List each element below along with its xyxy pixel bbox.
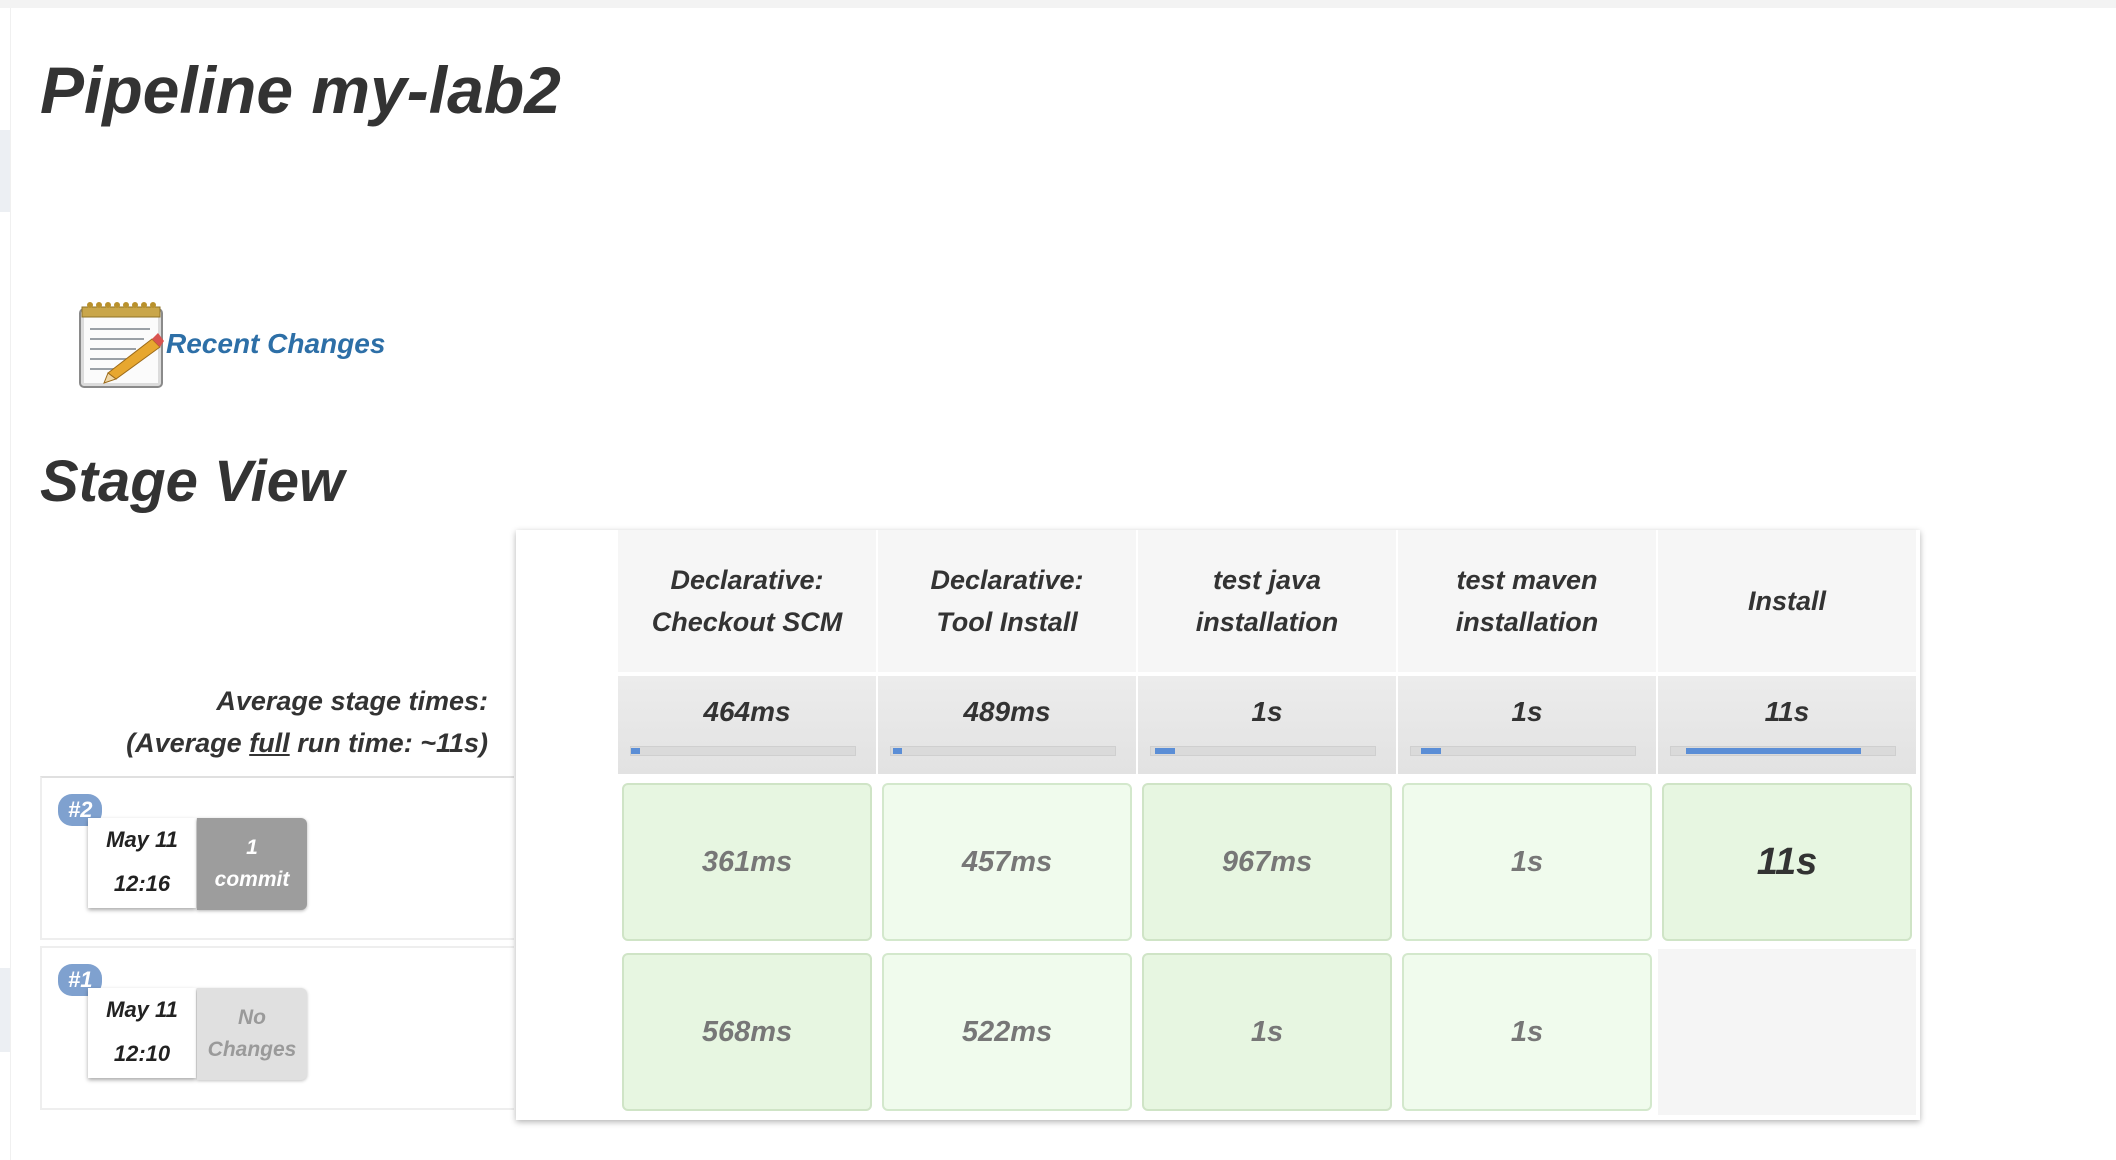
stage-average-bar-fill [1155, 748, 1175, 754]
top-strip [0, 0, 2116, 8]
stage-cell[interactable]: 1s [1142, 953, 1392, 1111]
average-run-time: (Average full run time: ~11s) [40, 722, 488, 764]
notepad-icon [79, 302, 164, 388]
stage-name-line1: Install [1747, 586, 1827, 616]
build-row-2: #2 May 11 12:16 1 commit [40, 776, 514, 940]
stage-cell[interactable]: 568ms [622, 953, 872, 1111]
recent-changes-link[interactable]: Recent Changes [78, 298, 385, 390]
build-date-time: 12:10 [113, 1041, 171, 1066]
build-date-time: 12:16 [113, 871, 171, 896]
stage-cell[interactable]: 11s [1662, 783, 1912, 941]
average-stage-times: Average stage times: (Average full run t… [40, 680, 488, 776]
stage-view-title: Stage View [40, 449, 345, 514]
average-run-suffix: run time: ~11s) [289, 728, 488, 758]
stage-average-bar [630, 746, 856, 756]
average-stage-times-label: Average stage times: [216, 686, 488, 716]
recent-changes-label[interactable]: Recent Changes [166, 328, 385, 360]
stage-average-bar [1410, 746, 1636, 756]
stage-average: 489ms [878, 676, 1136, 774]
stage-header: test java installation [1138, 530, 1396, 672]
stage-average-time: 464ms [703, 696, 791, 727]
side-panel-edge [0, 968, 10, 1052]
average-full-word: full [249, 728, 290, 758]
build-date: May 11 12:10 [88, 988, 196, 1078]
stage-average: 464ms [618, 676, 876, 774]
build-date: May 11 12:16 [88, 818, 196, 908]
stage-header: Declarative: Checkout SCM [618, 530, 876, 672]
page-title: Pipeline my-lab2 [40, 53, 561, 127]
changes-label: commit [214, 868, 290, 891]
stage-name-line1: test java [1212, 565, 1322, 595]
stage-cell[interactable]: 457ms [882, 783, 1132, 941]
stage-name-line2: installation [1195, 607, 1339, 637]
changes-line1: No [238, 1006, 266, 1029]
stage-cell[interactable]: 522ms [882, 953, 1132, 1111]
stage-average-bar-fill [631, 748, 640, 754]
stage-average-time: 489ms [963, 696, 1051, 727]
stage-name-line2: installation [1455, 607, 1599, 637]
stage-cell[interactable]: 1s [1402, 953, 1652, 1111]
build-date-day: May 11 [106, 997, 178, 1022]
stage-name-line2: Tool Install [936, 607, 1078, 637]
stage-average-bar [1150, 746, 1376, 756]
changes-count: 1 [246, 836, 258, 859]
changes-line2: Changes [207, 1038, 297, 1061]
stage-view-table: Declarative: Checkout SCM Declarative: Too… [516, 530, 1920, 1120]
no-changes-label: No Changes [197, 988, 307, 1080]
stage-average: 1s [1398, 676, 1656, 774]
stage-header: Install [1658, 530, 1916, 672]
stage-header: Declarative: Tool Install [878, 530, 1136, 672]
build-date-day: May 11 [106, 827, 178, 852]
build-changes-button[interactable]: 1 commit [197, 818, 307, 910]
stage-name-line1: Declarative: [930, 565, 1084, 595]
stage-average: 1s [1138, 676, 1396, 774]
side-panel-edge [0, 130, 10, 212]
stage-name-line2: Checkout SCM [651, 607, 843, 637]
stage-header: test maven installation [1398, 530, 1656, 672]
stage-name-line1: test maven [1456, 565, 1598, 595]
stage-cell[interactable]: 1s [1402, 783, 1652, 941]
stage-name-line1: Declarative: [670, 565, 824, 595]
left-divider [10, 8, 11, 1160]
build-row-1: #1 May 11 12:10 No Changes [40, 946, 514, 1110]
stage-average-time: 1s [1251, 696, 1283, 727]
stage-average: 11s [1658, 676, 1916, 774]
stage-average-bar [1670, 746, 1896, 756]
stage-average-bar-fill [893, 748, 902, 754]
stage-average-time: 1s [1511, 696, 1543, 727]
stage-cell-empty [1658, 949, 1916, 1115]
stage-average-bar-fill [1421, 748, 1441, 754]
stage-average-time: 11s [1764, 696, 1810, 727]
stage-cell[interactable]: 361ms [622, 783, 872, 941]
stage-average-bar-fill [1686, 748, 1861, 754]
stage-cell[interactable]: 967ms [1142, 783, 1392, 941]
stage-average-bar [890, 746, 1116, 756]
average-run-prefix: (Average [126, 728, 250, 758]
